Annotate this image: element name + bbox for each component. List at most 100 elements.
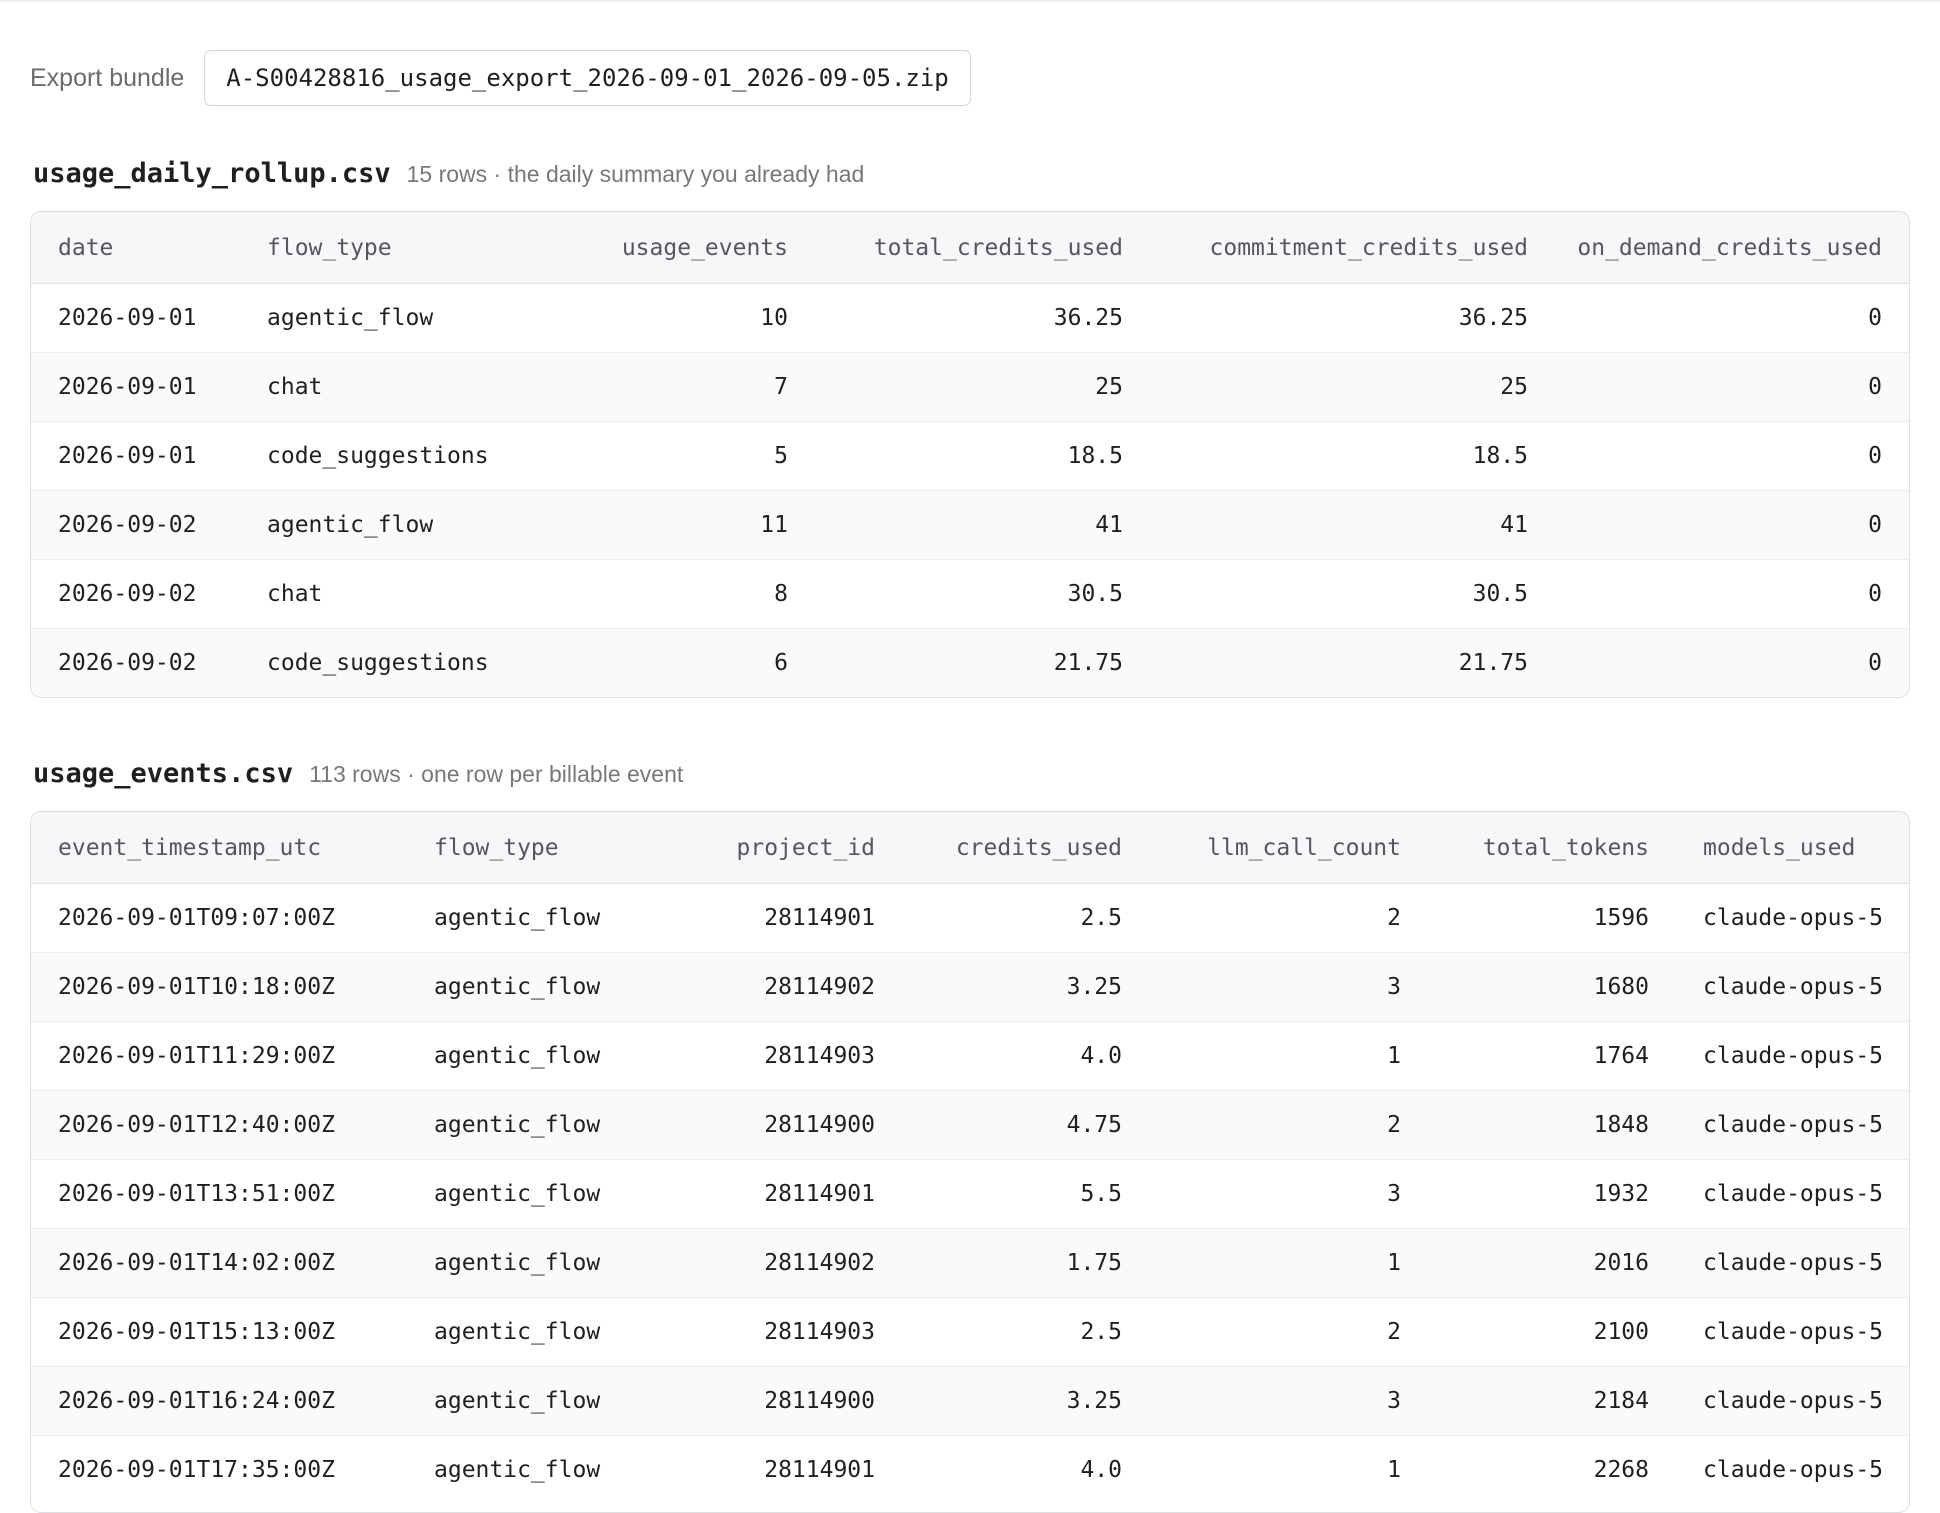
table-row: 2026-09-02 code_suggestions 6 21.75 21.7… bbox=[31, 628, 1909, 697]
table-cell: 41 bbox=[788, 490, 1123, 560]
table-cell: 3.25 bbox=[875, 952, 1122, 1022]
column-header[interactable]: usage_events bbox=[523, 212, 788, 284]
table-cell: 1848 bbox=[1401, 1090, 1649, 1160]
column-header[interactable]: commitment_credits_used bbox=[1123, 212, 1528, 284]
table-cell: 2016 bbox=[1401, 1228, 1649, 1298]
table-cell: 10 bbox=[523, 283, 788, 353]
export-bundle-label: Export bundle bbox=[30, 63, 185, 92]
table-cell: 2 bbox=[1122, 1297, 1401, 1367]
table-cell: agentic_flow bbox=[267, 490, 523, 560]
column-header[interactable]: total_tokens bbox=[1401, 812, 1649, 884]
rollup-table-card: date flow_type usage_events total_credit… bbox=[30, 211, 1910, 698]
top-divider bbox=[0, 0, 1940, 2]
table-row: 2026-09-01 code_suggestions 5 18.5 18.5 … bbox=[31, 421, 1909, 491]
column-header[interactable]: credits_used bbox=[875, 812, 1122, 884]
table-cell: 2026-09-01T12:40:00Z bbox=[31, 1090, 434, 1160]
table-row: 2026-09-01T12:40:00Z agentic_flow 281149… bbox=[31, 1090, 1909, 1160]
table-cell: 28114901 bbox=[681, 1159, 875, 1229]
table-cell: 18.5 bbox=[1123, 421, 1528, 491]
table-cell: 5 bbox=[523, 421, 788, 491]
table-cell: claude-opus-5 bbox=[1649, 1090, 1909, 1160]
column-header[interactable]: total_credits_used bbox=[788, 212, 1123, 284]
table-row: 2026-09-01T15:13:00Z agentic_flow 281149… bbox=[31, 1297, 1909, 1367]
table-cell: code_suggestions bbox=[267, 421, 523, 491]
table-cell: 1 bbox=[1387, 1457, 1401, 1483]
events-file-name: usage_events.csv bbox=[33, 758, 294, 789]
table-cell: claude-opus-5 bbox=[1649, 883, 1909, 953]
table-row: 2026-09-01T11:29:00Z agentic_flow 281149… bbox=[31, 1021, 1909, 1091]
table-cell: 2026-09-01T15:13:00Z bbox=[31, 1297, 434, 1367]
table-cell: 28114902 bbox=[681, 952, 875, 1022]
table-cell: 4.75 bbox=[875, 1090, 1122, 1160]
table-cell: 2.5 bbox=[875, 1297, 1122, 1367]
table-row: 2026-09-01T17:35:00Z agentic_flow 281149… bbox=[31, 1436, 1909, 1505]
table-cell: 1680 bbox=[1401, 952, 1649, 1022]
table-cell: claude-opus-5 bbox=[1649, 1228, 1909, 1298]
table-cell: 2026-09-01 bbox=[31, 421, 267, 491]
table-cell: 2.5 bbox=[875, 883, 1122, 953]
table-cell: 3 bbox=[1122, 1159, 1401, 1229]
rollup-section-header: usage_daily_rollup.csv 15 rows · the dai… bbox=[33, 158, 864, 189]
table-cell: chat bbox=[267, 352, 523, 422]
table-cell: 36.25 bbox=[788, 283, 1123, 353]
table-cell: 5.5 bbox=[875, 1159, 1122, 1229]
rollup-header-row: date flow_type usage_events total_credit… bbox=[31, 212, 1909, 284]
table-cell: 2026-09-02 bbox=[31, 559, 267, 629]
column-header[interactable]: on_demand_credits_used bbox=[1528, 212, 1909, 284]
column-header[interactable]: project_id bbox=[681, 812, 875, 884]
table-cell: claude-opus-5 bbox=[1649, 1297, 1909, 1367]
table-cell: agentic_flow bbox=[434, 1021, 681, 1091]
table-cell: 28114900 bbox=[681, 1090, 875, 1160]
table-cell: claude-opus-5 bbox=[1649, 1159, 1909, 1229]
table-row: 2026-09-01 chat 7 25 25 0 bbox=[31, 352, 1909, 422]
table-cell: 2026-09-01T14:02:00Z bbox=[31, 1228, 434, 1298]
table-cell: 2026-09-01T17:35:00Z bbox=[58, 1457, 335, 1483]
events-section-header: usage_events.csv 113 rows · one row per … bbox=[33, 758, 683, 789]
table-cell: agentic_flow bbox=[434, 1090, 681, 1160]
table-cell: 0 bbox=[1528, 352, 1909, 422]
table-cell: agentic_flow bbox=[434, 1366, 681, 1436]
table-cell: 1932 bbox=[1401, 1159, 1649, 1229]
table-cell: 28114901 bbox=[681, 883, 875, 953]
table-cell: 2026-09-01 bbox=[31, 283, 267, 353]
column-header[interactable]: flow_type bbox=[434, 812, 681, 884]
export-bundle-filename[interactable]: A-S00428816_usage_export_2026-09-01_2026… bbox=[204, 50, 971, 106]
table-cell: 2184 bbox=[1401, 1366, 1649, 1436]
table-cell: 28114901 bbox=[764, 1457, 875, 1483]
column-header[interactable]: date bbox=[31, 212, 267, 284]
column-header[interactable]: flow_type bbox=[267, 212, 523, 284]
table-cell: 2026-09-01 bbox=[31, 352, 267, 422]
column-header[interactable]: models_used bbox=[1649, 812, 1909, 884]
rollup-file-meta: 15 rows · the daily summary you already … bbox=[406, 161, 865, 187]
table-cell: 8 bbox=[523, 559, 788, 629]
table-cell: 41 bbox=[1123, 490, 1528, 560]
table-cell: 2026-09-01T09:07:00Z bbox=[31, 883, 434, 953]
table-cell: 1764 bbox=[1401, 1021, 1649, 1091]
rollup-table: date flow_type usage_events total_credit… bbox=[31, 212, 1909, 697]
table-cell: 0 bbox=[1528, 283, 1909, 353]
table-cell: 2026-09-01T11:29:00Z bbox=[31, 1021, 434, 1091]
table-cell: 1 bbox=[1122, 1021, 1401, 1091]
table-cell: 3 bbox=[1122, 952, 1401, 1022]
column-header[interactable]: llm_call_count bbox=[1122, 812, 1401, 884]
table-cell: 0 bbox=[1528, 421, 1909, 491]
table-cell: 4.0 bbox=[1080, 1457, 1122, 1483]
table-cell: claude-opus-5 bbox=[1649, 952, 1909, 1022]
table-cell: 2 bbox=[1122, 1090, 1401, 1160]
table-cell: agentic_flow bbox=[434, 883, 681, 953]
table-row: 2026-09-01T09:07:00Z agentic_flow 281149… bbox=[31, 883, 1909, 953]
table-cell: 28114903 bbox=[681, 1297, 875, 1367]
table-cell: 30.5 bbox=[1123, 559, 1528, 629]
table-row: 2026-09-02 agentic_flow 11 41 41 0 bbox=[31, 490, 1909, 560]
table-cell: 28114900 bbox=[681, 1366, 875, 1436]
table-cell: code_suggestions bbox=[267, 628, 523, 697]
table-row: 2026-09-01 agentic_flow 10 36.25 36.25 0 bbox=[31, 283, 1909, 353]
column-header[interactable]: event_timestamp_utc bbox=[31, 812, 434, 884]
table-cell: 3.25 bbox=[875, 1366, 1122, 1436]
table-row: 2026-09-01T13:51:00Z agentic_flow 281149… bbox=[31, 1159, 1909, 1229]
table-row: 2026-09-01T16:24:00Z agentic_flow 281149… bbox=[31, 1366, 1909, 1436]
table-cell: 1 bbox=[1122, 1228, 1401, 1298]
table-cell: claude-opus-5 bbox=[1649, 1021, 1909, 1091]
table-cell: agentic_flow bbox=[434, 1457, 601, 1483]
table-cell: agentic_flow bbox=[434, 1297, 681, 1367]
